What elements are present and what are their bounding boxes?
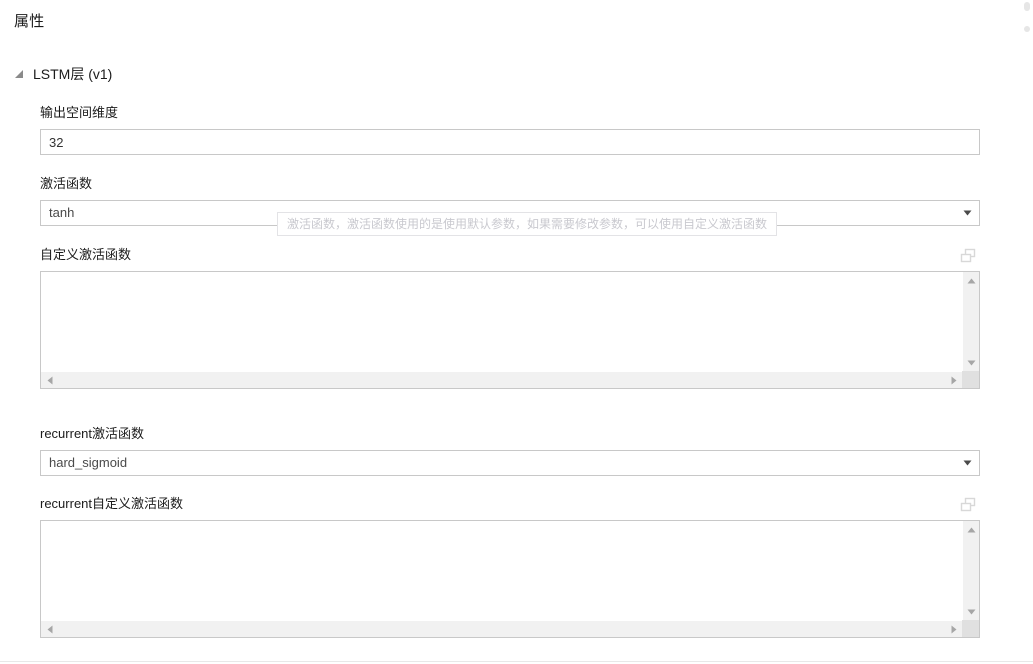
field-recurrent-activation: recurrent激活函数 hard_sigmoid — [40, 425, 980, 476]
textarea-vertical-scrollbar[interactable] — [962, 521, 979, 620]
group-header-lstm-layer[interactable]: LSTM层 (v1) — [14, 64, 112, 84]
textarea-horizontal-scrollbar[interactable] — [41, 371, 962, 388]
page-scrollbar-thumb-top[interactable] — [1024, 2, 1030, 11]
triangle-down-icon[interactable] — [963, 354, 979, 371]
triangle-collapse-icon[interactable] — [14, 69, 24, 79]
group-title-label: LSTM层 (v1) — [33, 66, 113, 82]
scrollbar-corner — [962, 371, 979, 388]
field-label-custom-activation: 自定义激活函数 — [40, 247, 132, 262]
field-custom-activation: 自定义激活函数 — [40, 246, 980, 389]
field-label-activation: 激活函数 — [40, 176, 93, 191]
field-label-recurrent-custom-activation: recurrent自定义激活函数 — [40, 496, 184, 511]
field-units: 输出空间维度 — [40, 104, 980, 155]
triangle-right-icon[interactable] — [945, 372, 962, 388]
recurrent-custom-activation-textarea[interactable] — [41, 521, 962, 620]
custom-activation-textarea[interactable] — [41, 272, 962, 371]
recurrent-custom-activation-textarea-body — [41, 521, 962, 620]
triangle-left-icon[interactable] — [41, 372, 58, 388]
textarea-horizontal-scrollbar[interactable] — [41, 620, 962, 637]
activation-tooltip: 激活函数，激活函数使用的是使用默认参数，如果需要修改参数，可以使用自定义激活函数 — [277, 212, 778, 236]
field-recurrent-custom-activation: recurrent自定义激活函数 — [40, 495, 980, 638]
textarea-vertical-scrollbar[interactable] — [962, 272, 979, 371]
recurrent-activation-select[interactable]: hard_sigmoid — [40, 450, 980, 476]
custom-activation-textarea-shell — [40, 271, 980, 389]
field-label-units: 输出空间维度 — [40, 105, 119, 120]
recurrent-custom-activation-textarea-shell — [40, 520, 980, 638]
copy-icon[interactable] — [960, 497, 976, 512]
bottom-divider — [0, 661, 1033, 662]
triangle-up-icon[interactable] — [963, 272, 979, 289]
page-title: 属性 — [14, 13, 45, 30]
units-input[interactable] — [40, 129, 980, 155]
triangle-up-icon[interactable] — [963, 521, 979, 538]
custom-activation-textarea-body — [41, 272, 962, 371]
page-scrollbar-thumb[interactable] — [1024, 26, 1030, 32]
triangle-down-icon[interactable] — [963, 603, 979, 620]
field-label-recurrent-activation: recurrent激活函数 — [40, 426, 145, 441]
scrollbar-corner — [962, 620, 979, 637]
triangle-right-icon[interactable] — [945, 621, 962, 637]
recurrent-activation-select-value[interactable]: hard_sigmoid — [40, 450, 980, 476]
copy-icon[interactable] — [960, 248, 976, 263]
triangle-left-icon[interactable] — [41, 621, 58, 637]
